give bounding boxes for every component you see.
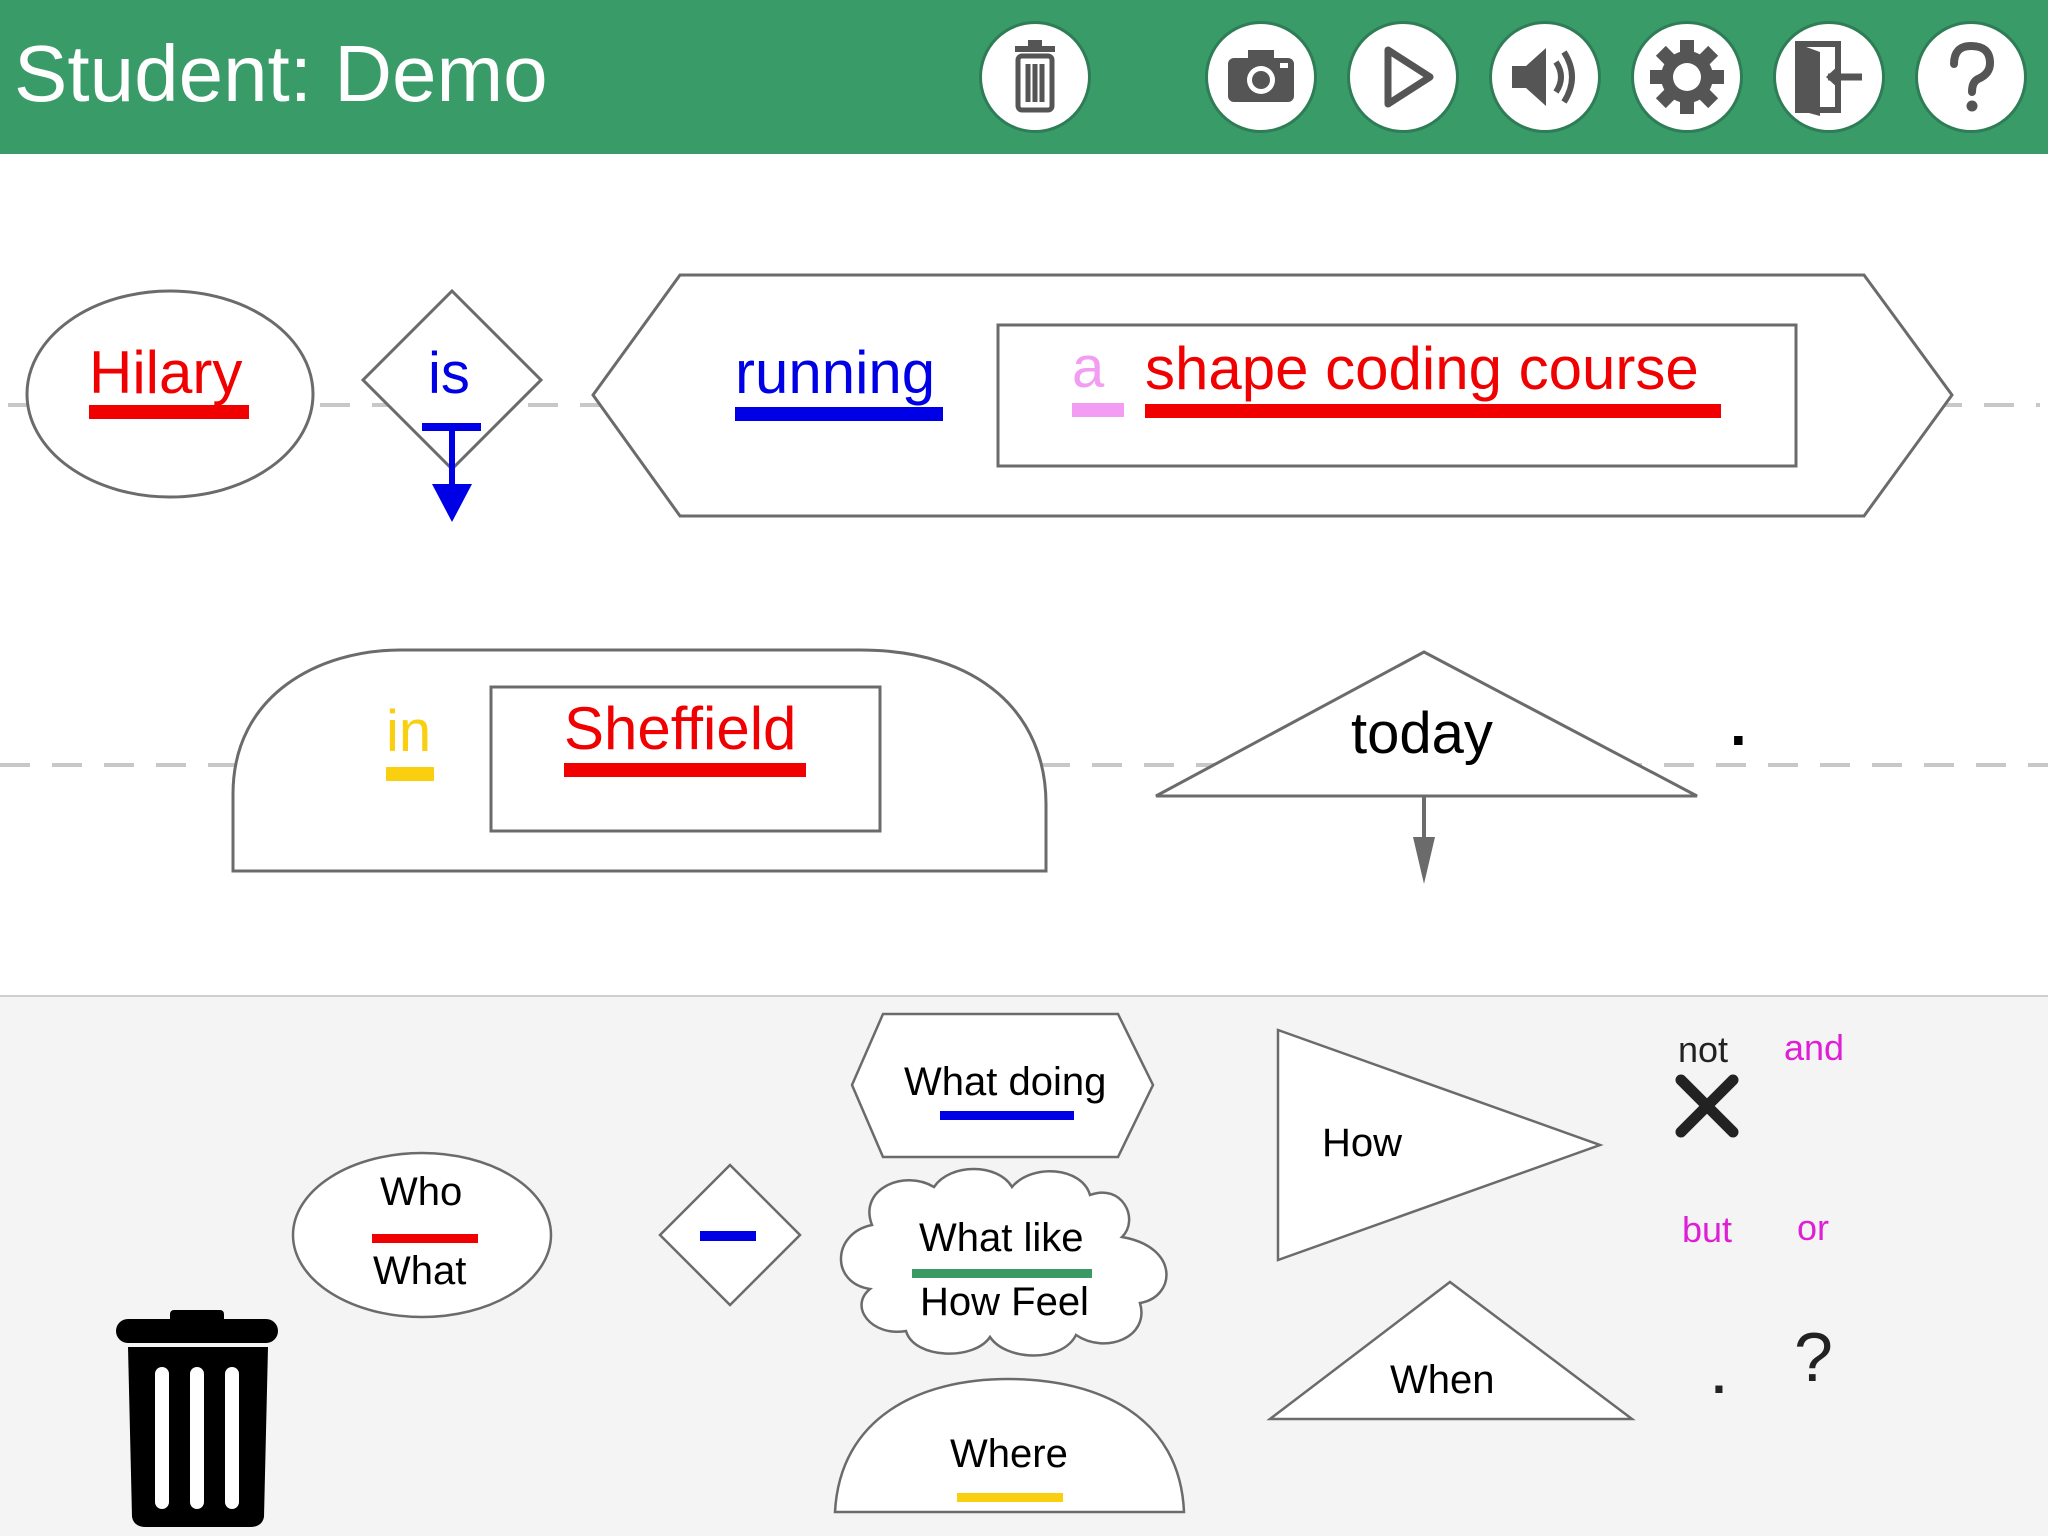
- trash-button[interactable]: [979, 21, 1091, 133]
- big-trash-icon[interactable]: [116, 1310, 278, 1527]
- trash-icon: [1015, 40, 1055, 113]
- who-label: Who: [380, 1170, 463, 1214]
- page-title: Student: Demo: [14, 29, 548, 118]
- question-mark-button[interactable]: ?: [1794, 1317, 1833, 1397]
- place-underline: [564, 763, 806, 777]
- sound-button[interactable]: [1489, 21, 1601, 133]
- when-word: today: [1351, 701, 1493, 766]
- how-label: How: [1322, 1121, 1403, 1165]
- top-bar: Student: Demo: [0, 0, 2048, 154]
- who-word: Hilary: [89, 339, 243, 406]
- exit-icon: [1795, 41, 1862, 116]
- exit-button[interactable]: [1773, 21, 1885, 133]
- not-cross-icon[interactable]: [1675, 1074, 1739, 1138]
- gear-icon: [1650, 40, 1724, 114]
- where-label: Where: [950, 1432, 1068, 1476]
- blue-dash-icon: [700, 1231, 756, 1241]
- how-feel-label: How Feel: [920, 1280, 1089, 1324]
- what-doing-underline: [940, 1111, 1074, 1120]
- what-like-label: What like: [919, 1216, 1084, 1260]
- where-underline: [957, 1493, 1063, 1502]
- doing-word: running: [735, 339, 936, 406]
- not-label: not: [1678, 1029, 1729, 1070]
- and-button[interactable]: and: [1784, 1027, 1844, 1069]
- help-button[interactable]: [1915, 21, 2027, 133]
- who-underline: [89, 405, 249, 419]
- preposition-underline: [386, 767, 434, 781]
- when-label: When: [1390, 1358, 1495, 1402]
- preposition-word: in: [386, 699, 432, 764]
- article-underline: [1072, 403, 1124, 417]
- what-label: What: [373, 1249, 467, 1293]
- camera-button[interactable]: [1205, 21, 1317, 133]
- speaker-icon: [1512, 48, 1575, 106]
- object-underline: [1145, 404, 1721, 418]
- but-button[interactable]: but: [1682, 1209, 1732, 1251]
- play-button[interactable]: [1347, 21, 1459, 133]
- play-icon: [1384, 46, 1434, 108]
- who-underline: [372, 1234, 478, 1243]
- period-button[interactable]: .: [1712, 1347, 1726, 1405]
- settings-button[interactable]: [1631, 21, 1743, 133]
- shape-palette: Who What What doing What like How Feel W…: [0, 995, 2048, 1536]
- object-word: shape coding course: [1145, 335, 1699, 402]
- camera-icon: [1228, 50, 1294, 102]
- verb-word: is: [428, 341, 470, 406]
- what-like-cloud-shape[interactable]: [839, 1167, 1168, 1357]
- place-word: Sheffield: [564, 695, 797, 762]
- arrow-down-icon: [1413, 837, 1435, 884]
- end-mark[interactable]: .: [1730, 690, 1747, 759]
- what-like-underline: [912, 1269, 1092, 1278]
- sentence-workspace: Hilary is running a shape coding course …: [0, 154, 2048, 995]
- doing-underline: [735, 407, 943, 421]
- article-word: a: [1072, 335, 1105, 400]
- help-icon: [1950, 41, 1995, 112]
- workspace-shapes: [0, 273, 2048, 884]
- arrow-down-icon: [432, 484, 472, 522]
- what-doing-label: What doing: [904, 1060, 1107, 1104]
- or-button[interactable]: or: [1797, 1207, 1829, 1249]
